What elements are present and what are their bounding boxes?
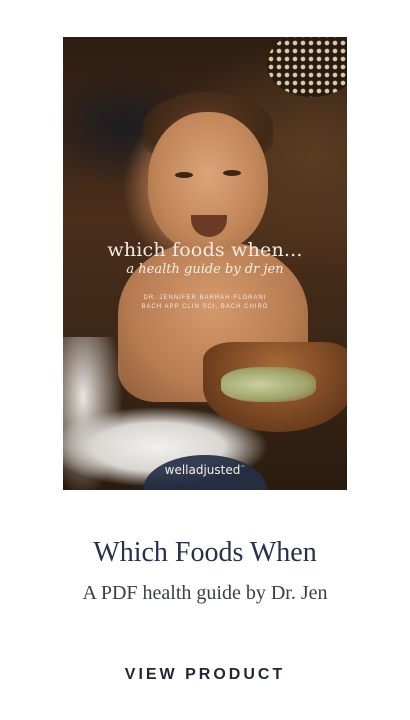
product-card: which foods when... a health guide by dr… bbox=[0, 0, 410, 720]
cover-author-credentials: BACH APP CLIN SCI, BACH CHIRO bbox=[141, 304, 269, 310]
cover-subtitle: a health guide by dr jen bbox=[126, 262, 284, 277]
product-subtitle: A PDF health guide by Dr. Jen bbox=[82, 582, 328, 604]
cover-brand-text: welladjusted bbox=[164, 463, 241, 477]
cover-food-in-bowl bbox=[221, 367, 316, 402]
cover-author-name: DR. JENNIFER BARRAH-FLORANI bbox=[143, 295, 267, 301]
cover-child-eye-right bbox=[223, 170, 241, 176]
cover-brand-tm: ™ bbox=[240, 465, 246, 471]
view-product-button[interactable]: VIEW PRODUCT bbox=[95, 658, 315, 690]
cover-brand-name: welladjusted™ bbox=[63, 463, 347, 477]
product-cover-image[interactable]: which foods when... a health guide by dr… bbox=[63, 37, 347, 490]
cover-child-eye-left bbox=[175, 172, 193, 178]
cover-title: which foods when... bbox=[107, 239, 303, 261]
product-title: Which Foods When bbox=[93, 537, 317, 568]
